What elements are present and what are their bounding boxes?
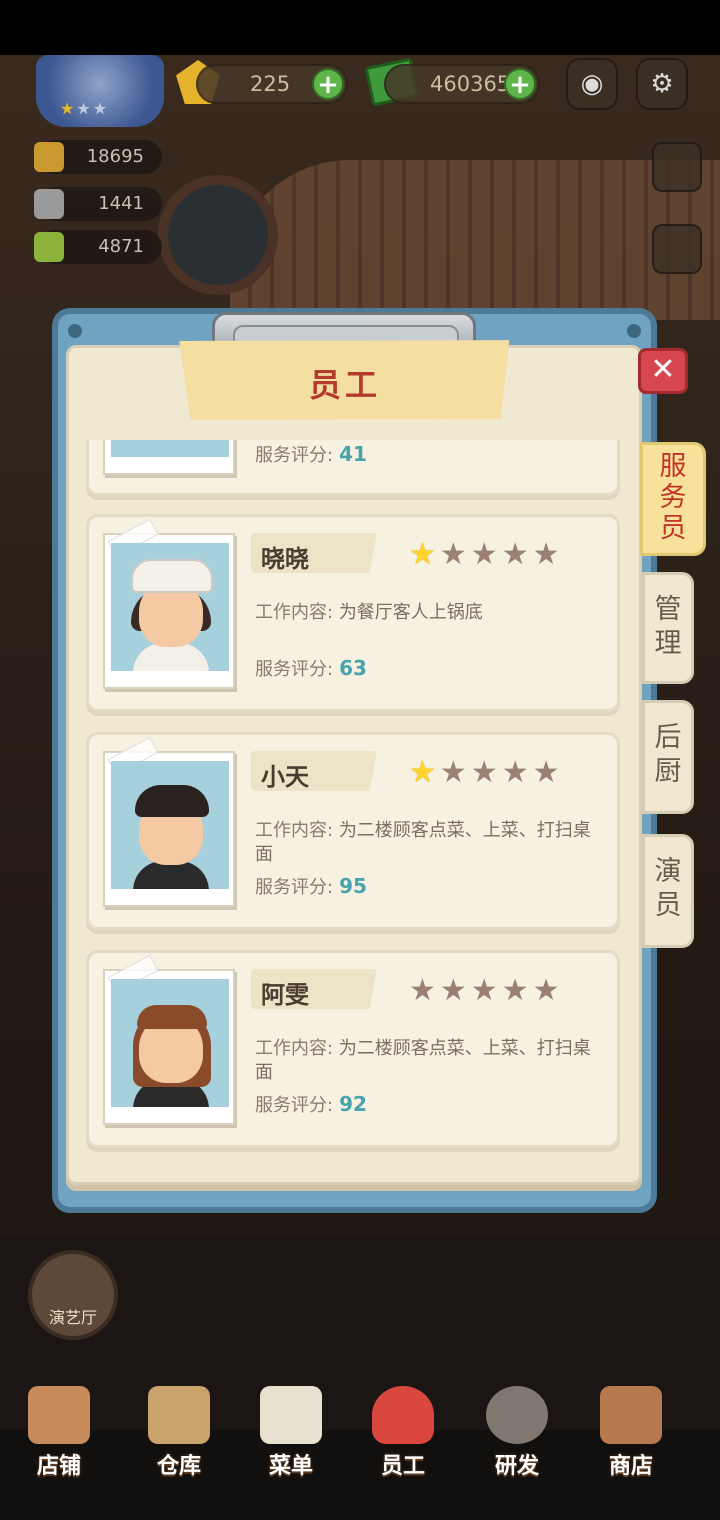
stat-dish: 1441 [34, 187, 162, 221]
job-label: 工作内容: [255, 1038, 334, 1059]
screw [627, 324, 641, 338]
job-description: 工作内容: 为餐厅客人上锅底 [255, 601, 605, 625]
score-row: 服务评分: 63 [255, 655, 367, 681]
nav-warehouse[interactable]: 仓库 [124, 1380, 234, 1480]
research-pot-icon [486, 1386, 548, 1444]
staff-photo [103, 736, 235, 907]
recipe-book-button[interactable] [652, 224, 702, 274]
job-text: 为餐厅客人上锅底 [338, 602, 483, 623]
tab-waiter[interactable]: 服务员 [640, 442, 706, 556]
tab-performer[interactable]: 演员 [642, 834, 694, 948]
gems-value: 225 [250, 72, 291, 96]
gear-icon: ⚙ [650, 69, 674, 99]
star-rating: ★★★★★ [409, 537, 564, 572]
tab-manager[interactable]: 管理 [642, 572, 694, 684]
tab-waiter-label: 服务员 [659, 451, 687, 544]
score-value: 92 [339, 1092, 367, 1116]
staff-name: 晓晓 [261, 545, 309, 573]
job-description: 工作内容: 为二楼顾客点菜、上菜、打扫桌面 [255, 1037, 605, 1085]
nav-menu[interactable]: 菜单 [236, 1380, 346, 1480]
nav-label: 仓库 [156, 1454, 201, 1479]
nav-research[interactable]: 研发 [462, 1380, 572, 1480]
nav-label: 店铺 [36, 1454, 81, 1479]
score-row: 服务评分: 92 [255, 1091, 367, 1117]
nav-staff[interactable]: 员工 [348, 1380, 458, 1480]
modal-title: 员工 [308, 366, 381, 404]
nav-label: 商店 [608, 1454, 653, 1479]
performance-hall-button[interactable]: 演艺厅 [28, 1250, 118, 1340]
staff-photo [103, 440, 235, 475]
staff-name: 小天 [261, 763, 309, 791]
help-book-button[interactable] [652, 142, 702, 192]
nav-label: 研发 [494, 1454, 539, 1479]
camera-button[interactable]: ◉ [566, 58, 618, 110]
score-label: 服务评分: [255, 1095, 334, 1116]
staff-name: 阿雯 [261, 981, 309, 1009]
rank-stars: ★★★ [60, 99, 110, 118]
menu-clipboard-icon [260, 1386, 322, 1444]
settings-button[interactable]: ⚙ [636, 58, 688, 110]
staff-person-icon [372, 1386, 434, 1444]
staff-card-partial[interactable]: 服务评分: 41 [86, 440, 620, 496]
score-label: 服务评分: [255, 659, 334, 680]
nav-label: 员工 [380, 1454, 425, 1479]
staff-card-awen[interactable]: 阿雯 ★★★★★ 工作内容: 为二楼顾客点菜、上菜、打扫桌面 服务评分: 92 [86, 950, 620, 1148]
score-value: 63 [339, 656, 367, 680]
nav-label: 菜单 [268, 1454, 313, 1479]
gems-counter: 225 + [196, 64, 348, 104]
score-value: 41 [339, 442, 367, 466]
cash-counter: 460365 + [384, 64, 540, 104]
add-gems-button[interactable]: + [312, 68, 344, 100]
staff-list[interactable]: 服务评分: 41 晓晓 ★★★★★ 工作内容: 为餐厅客人上锅底 服务评分: 63 [82, 440, 626, 1160]
job-description: 工作内容: 为二楼顾客点菜、上菜、打扫桌面 [255, 819, 605, 867]
cash-value: 460365 [430, 72, 511, 96]
book-icon [34, 232, 64, 262]
warehouse-boxes-icon [148, 1386, 210, 1444]
tab-performer-label: 演员 [654, 856, 682, 921]
job-label: 工作内容: [255, 820, 334, 841]
camera-icon: ◉ [580, 69, 604, 99]
staff-card-xiaotian[interactable]: 小天 ★★★★★ 工作内容: 为二楼顾客点菜、上菜、打扫桌面 服务评分: 95 [86, 732, 620, 930]
star-rating: ★★★★★ [409, 973, 564, 1008]
nav-shop[interactable]: 店铺 [4, 1380, 114, 1480]
stat-pot-value: 18695 [86, 146, 144, 167]
restaurant-rank-badge[interactable]: ★★★ [36, 55, 164, 127]
shop-building-icon [28, 1386, 90, 1444]
star-rating: ★★★★★ [409, 755, 564, 790]
score-row: 服务评分: 95 [255, 873, 367, 899]
staff-avatar [111, 543, 229, 671]
score-label: 服务评分: [255, 877, 334, 898]
staff-photo [103, 954, 235, 1125]
stat-pot: 18695 [34, 140, 162, 174]
stat-dish-value: 1441 [98, 193, 144, 214]
staff-avatar [111, 761, 229, 889]
screw [68, 324, 82, 338]
tab-manager-label: 管理 [654, 594, 682, 659]
performance-hall-label: 演艺厅 [48, 1308, 97, 1327]
round-window-decoration [158, 175, 278, 295]
job-label: 工作内容: [255, 602, 334, 623]
store-stall-icon [600, 1386, 662, 1444]
hotpot-icon [34, 142, 64, 172]
add-cash-button[interactable]: + [504, 68, 536, 100]
staff-card-xiaoxiao[interactable]: 晓晓 ★★★★★ 工作内容: 为餐厅客人上锅底 服务评分: 63 [86, 514, 620, 712]
stat-book-value: 4871 [98, 236, 144, 257]
staff-avatar [111, 979, 229, 1107]
bottom-nav: 店铺 仓库 菜单 员工 研发 商店 [0, 1380, 720, 1480]
close-button[interactable]: ✕ [638, 348, 688, 394]
score-row: 服务评分: 41 [255, 441, 367, 467]
dish-cover-icon [34, 189, 64, 219]
nav-store[interactable]: 商店 [576, 1380, 686, 1480]
score-value: 95 [339, 874, 367, 898]
roof-decoration [230, 160, 720, 320]
close-icon: ✕ [650, 352, 676, 387]
tab-kitchen-label: 后厨 [654, 722, 682, 787]
tab-kitchen[interactable]: 后厨 [642, 700, 694, 814]
staff-photo [103, 518, 235, 689]
score-label: 服务评分: [255, 445, 334, 466]
stat-book: 4871 [34, 230, 162, 264]
